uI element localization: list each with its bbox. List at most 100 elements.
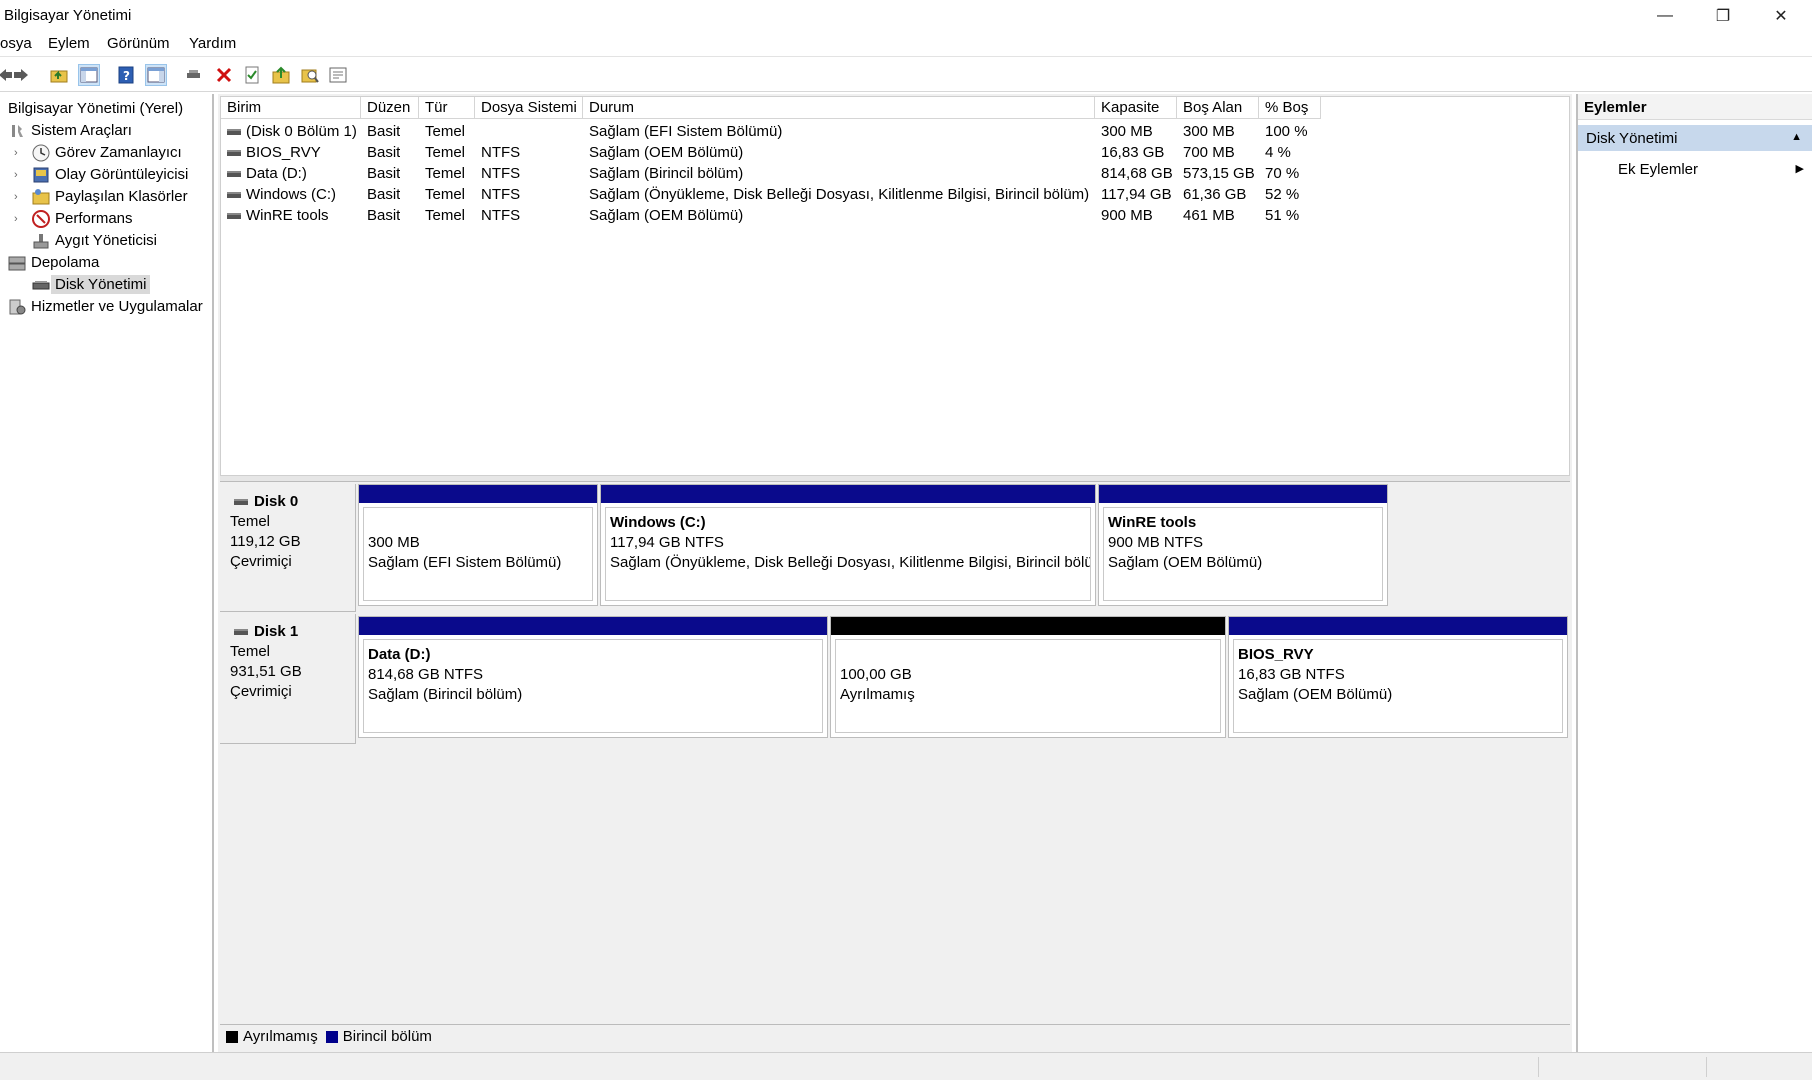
tree-item-disk-management[interactable]: Disk Yönetimi bbox=[32, 274, 151, 295]
cell-free-space: 61,36 GB bbox=[1183, 186, 1247, 203]
column-header-status[interactable]: Durum bbox=[583, 97, 1095, 119]
up-folder-icon[interactable] bbox=[48, 64, 70, 86]
help-icon[interactable]: ? bbox=[115, 64, 137, 86]
tree-item-performance[interactable]: › Performans bbox=[14, 208, 133, 229]
column-header-free-space[interactable]: Boş Alan bbox=[1177, 97, 1259, 119]
column-header-layout[interactable]: Düzen bbox=[361, 97, 419, 119]
cell-percent-free: 52 % bbox=[1265, 186, 1300, 203]
cell-type: Temel bbox=[425, 144, 466, 161]
cell-volume-text: (Disk 0 Bölüm 1) bbox=[246, 123, 357, 140]
cell-layout: Basit bbox=[367, 144, 401, 161]
tree-item-device-manager[interactable]: Aygıt Yöneticisi bbox=[32, 230, 157, 251]
status-bar bbox=[0, 1052, 1812, 1080]
table-row[interactable]: BIOS_RVY Basit Temel NTFS Sağlam (OEM Bö… bbox=[221, 142, 1571, 163]
table-row[interactable]: (Disk 0 Bölüm 1) Basit Temel Sağlam (EFI… bbox=[221, 121, 1571, 142]
tools-icon bbox=[8, 122, 26, 140]
partition-disk1-bios-rvy[interactable]: BIOS_RVY 16,83 GB NTFS Sağlam (OEM Bölüm… bbox=[1228, 616, 1568, 738]
expand-arrow-icon[interactable]: › bbox=[14, 147, 18, 159]
menu-bar: osya Eylem Görünüm Yardım bbox=[0, 32, 1812, 56]
cell-volume-text: BIOS_RVY bbox=[246, 144, 321, 161]
pane-splitter[interactable] bbox=[220, 476, 1570, 482]
column-header-percent-free[interactable]: % Boş bbox=[1259, 97, 1321, 119]
actions-disk-management[interactable]: Disk Yönetimi ▲ bbox=[1578, 125, 1812, 151]
legend-swatch bbox=[226, 1030, 238, 1043]
cell-layout: Basit bbox=[367, 165, 401, 182]
show-hide-action-pane-icon[interactable] bbox=[145, 64, 167, 86]
partition-disk0-windows[interactable]: Windows (C:) 117,94 GB NTFS Sağlam (Önyü… bbox=[600, 484, 1096, 606]
clock-icon bbox=[32, 144, 50, 162]
cell-capacity: 900 MB bbox=[1101, 207, 1153, 224]
partition-size: 300 MB bbox=[368, 534, 420, 551]
partition-disk1-unallocated[interactable]: 100,00 GB Ayrılmamış bbox=[830, 616, 1226, 738]
disk-0-label[interactable]: Disk 0 Temel 119,12 GB Çevrimiçi bbox=[220, 484, 356, 612]
tree-item-label: Performans bbox=[55, 210, 133, 227]
cell-filesystem: NTFS bbox=[481, 144, 521, 161]
table-row[interactable]: Data (D:) Basit Temel NTFS Sağlam (Birin… bbox=[221, 163, 1571, 184]
table-row[interactable]: Windows (C:) Basit Temel NTFS Sağlam (Ön… bbox=[221, 184, 1571, 205]
menu-file[interactable]: osya bbox=[0, 35, 32, 52]
storage-icon bbox=[8, 254, 26, 272]
tree-item-event-viewer[interactable]: › Olay Görüntüleyicisi bbox=[14, 164, 188, 185]
disk-1-status: Çevrimiçi bbox=[230, 683, 292, 700]
event-viewer-icon bbox=[32, 166, 50, 184]
connect-icon[interactable] bbox=[183, 64, 205, 86]
partition-disk1-data[interactable]: Data (D:) 814,68 GB NTFS Sağlam (Birinci… bbox=[358, 616, 828, 738]
menu-view[interactable]: Görünüm bbox=[107, 35, 170, 52]
show-hide-tree-icon[interactable] bbox=[78, 64, 100, 86]
expand-arrow-icon[interactable]: › bbox=[14, 191, 18, 203]
tree-item-storage[interactable]: Depolama bbox=[8, 252, 99, 273]
cell-type: Temel bbox=[425, 165, 466, 182]
expand-arrow-icon[interactable]: › bbox=[14, 213, 18, 225]
close-button[interactable]: ✕ bbox=[1752, 0, 1810, 32]
forward-icon[interactable] bbox=[10, 64, 32, 86]
disk-1-name-text: Disk 1 bbox=[254, 623, 299, 640]
column-header-capacity[interactable]: Kapasite bbox=[1095, 97, 1177, 119]
cell-layout: Basit bbox=[367, 186, 401, 203]
services-icon bbox=[8, 298, 26, 316]
menu-action[interactable]: Eylem bbox=[48, 35, 90, 52]
properties-icon[interactable] bbox=[327, 64, 349, 86]
collapse-up-icon[interactable]: ▲ bbox=[1791, 131, 1802, 143]
column-header-filesystem[interactable]: Dosya Sistemi bbox=[475, 97, 583, 119]
table-row[interactable]: WinRE tools Basit Temel NTFS Sağlam (OEM… bbox=[221, 205, 1571, 226]
partition-disk0-winre[interactable]: WinRE tools 900 MB NTFS Sağlam (OEM Bölü… bbox=[1098, 484, 1388, 606]
volume-icon bbox=[227, 129, 241, 136]
restore-button[interactable]: ❐ bbox=[1694, 0, 1752, 32]
tree-item-system-tools[interactable]: Sistem Araçları bbox=[8, 120, 132, 141]
partition-details: BIOS_RVY 16,83 GB NTFS Sağlam (OEM Bölüm… bbox=[1233, 639, 1563, 733]
export-icon[interactable] bbox=[270, 64, 292, 86]
tree-item-label: Disk Yönetimi bbox=[51, 275, 151, 294]
column-header-volume[interactable]: Birim bbox=[221, 97, 361, 119]
minimize-button[interactable]: — bbox=[1636, 0, 1694, 32]
delete-icon[interactable] bbox=[213, 64, 235, 86]
partition-disk0-efi[interactable]: 300 MB Sağlam (EFI Sistem Bölümü) bbox=[358, 484, 598, 606]
partition-status: Sağlam (EFI Sistem Bölümü) bbox=[368, 554, 562, 571]
search-icon[interactable] bbox=[299, 64, 321, 86]
volume-icon bbox=[227, 150, 241, 157]
cell-type: Temel bbox=[425, 207, 466, 224]
menu-help[interactable]: Yardım bbox=[189, 35, 236, 52]
check-icon[interactable] bbox=[241, 64, 263, 86]
expand-arrow-icon[interactable]: › bbox=[14, 169, 18, 181]
legend-unallocated: Ayrılmamış bbox=[226, 1028, 318, 1045]
tree-item-task-scheduler[interactable]: › Görev Zamanlayıcı bbox=[14, 142, 182, 163]
partition-details: Windows (C:) 117,94 GB NTFS Sağlam (Önyü… bbox=[605, 507, 1091, 601]
partition-status: Ayrılmamış bbox=[840, 686, 915, 703]
tree-item-shared-folders[interactable]: › Paylaşılan Klasörler bbox=[14, 186, 188, 207]
tree-root[interactable]: Bilgisayar Yönetimi (Yerel) bbox=[8, 98, 183, 119]
column-header-type[interactable]: Tür bbox=[419, 97, 475, 119]
partition-size: 900 MB NTFS bbox=[1108, 534, 1204, 551]
center-pane: Birim Düzen Tür Dosya Sistemi Durum Kapa… bbox=[218, 94, 1572, 1052]
minimize-icon: — bbox=[1657, 7, 1673, 24]
cell-capacity: 814,68 GB bbox=[1101, 165, 1173, 182]
tree-item-services-apps[interactable]: Hizmetler ve Uygulamalar bbox=[8, 296, 203, 317]
disk-1-label[interactable]: Disk 1 Temel 931,51 GB Çevrimiçi bbox=[220, 614, 356, 744]
partition-bar bbox=[1099, 485, 1387, 503]
cell-filesystem: NTFS bbox=[481, 165, 521, 182]
actions-more-actions[interactable]: Ek Eylemler ▶ bbox=[1618, 156, 1812, 182]
disk-1-type: Temel bbox=[230, 643, 271, 660]
cell-percent-free: 100 % bbox=[1265, 123, 1308, 140]
volume-list: Birim Düzen Tür Dosya Sistemi Durum Kapa… bbox=[220, 96, 1570, 476]
console-tree: Bilgisayar Yönetimi (Yerel) Sistem Araçl… bbox=[0, 94, 214, 1052]
cell-free-space: 300 MB bbox=[1183, 123, 1235, 140]
